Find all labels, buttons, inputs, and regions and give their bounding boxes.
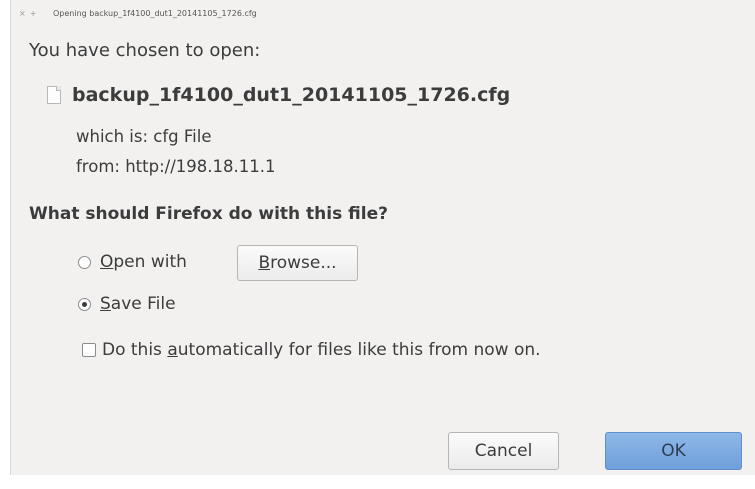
auto-action-label[interactable]: Do this automatically for files like thi… <box>102 340 541 360</box>
document-icon <box>47 86 61 104</box>
cancel-button[interactable]: Cancel <box>448 432 559 470</box>
file-name: backup_1f4100_dut1_20141105_1726.cfg <box>72 84 511 106</box>
browse-button[interactable]: Browse... <box>237 245 358 281</box>
save-file-accel: S <box>100 294 111 314</box>
open-with-accel: O <box>100 252 114 272</box>
file-type-info: which is: cfg File <box>76 127 212 146</box>
browse-text: rowse... <box>270 253 337 273</box>
open-with-radio[interactable] <box>78 256 91 269</box>
auto-action-checkbox[interactable] <box>82 343 96 357</box>
auto-action-accel: a <box>167 340 178 360</box>
window-controls: × + <box>19 9 40 18</box>
save-file-text: ave File <box>110 294 176 314</box>
open-with-text: pen with <box>113 252 187 272</box>
save-file-radio[interactable] <box>78 298 91 311</box>
auto-action-text-after: utomatically for files like this from no… <box>177 340 541 360</box>
window-title: Opening backup_1f4100_dut1_20141105_1726… <box>53 9 257 18</box>
minimize-icon[interactable]: + <box>30 9 37 18</box>
ok-button[interactable]: OK <box>605 432 742 470</box>
open-file-dialog: × + Opening backup_1f4100_dut1_20141105_1… <box>10 0 755 475</box>
save-file-label[interactable]: Save File <box>100 294 176 314</box>
action-question: What should Firefox do with this file? <box>29 204 388 224</box>
title-bar: × + Opening backup_1f4100_dut1_20141105_1… <box>11 0 755 30</box>
dialog-heading: You have chosen to open: <box>29 40 261 61</box>
auto-action-text-before: Do this <box>102 340 168 360</box>
open-with-label[interactable]: Open with <box>100 252 187 272</box>
close-icon[interactable]: × <box>19 9 26 18</box>
file-source-info: from: http://198.18.11.1 <box>76 157 276 176</box>
browse-accel: B <box>258 253 271 273</box>
